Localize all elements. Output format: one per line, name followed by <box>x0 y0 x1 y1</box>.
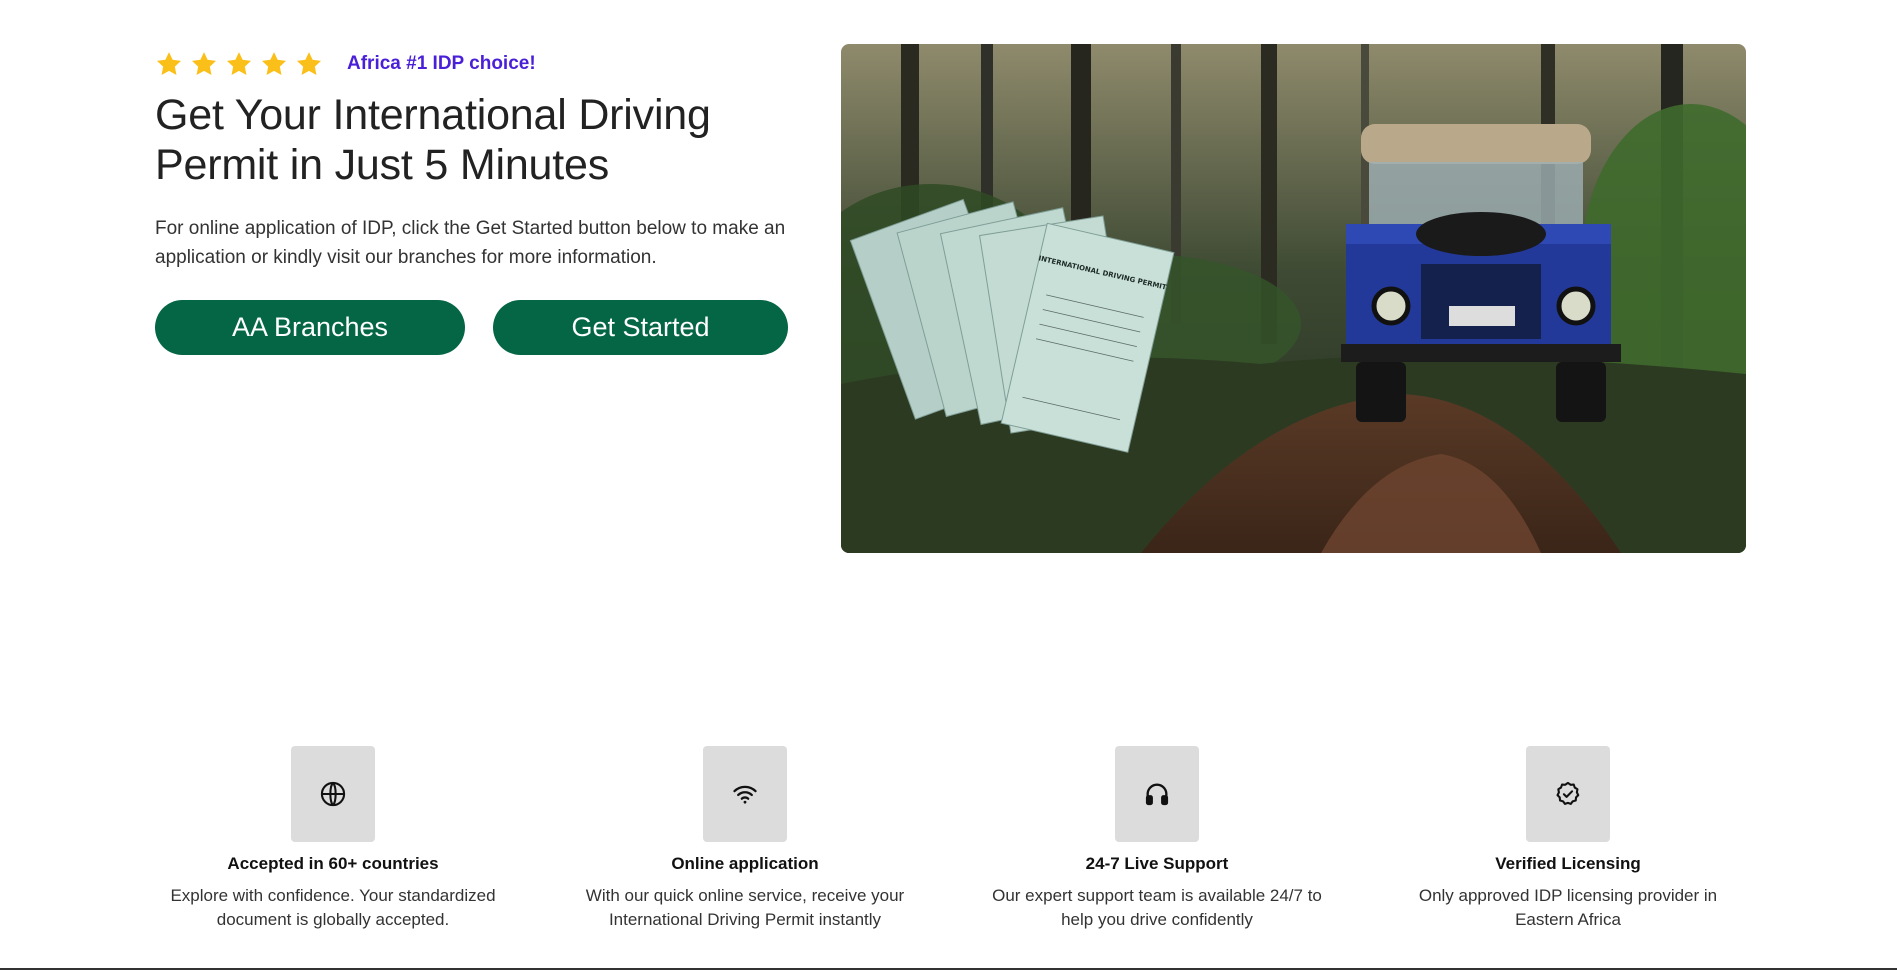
features-section: Accepted in 60+ countries Explore with c… <box>0 746 1897 946</box>
feature-icon-box <box>1526 746 1610 842</box>
feature-card: Online application With our quick online… <box>545 746 945 932</box>
feature-title: Verified Licensing <box>1495 854 1641 873</box>
feature-title: Accepted in 60+ countries <box>227 854 439 873</box>
feature-card: 24-7 Live Support Our expert support tea… <box>957 746 1357 932</box>
hero-buttons: AA Branches Get Started <box>155 300 795 355</box>
hero-title: Get Your International Driving Permit in… <box>155 91 711 189</box>
forest-jeep-illustration: INTERNATIONAL DRIVING PERMIT <box>841 44 1746 553</box>
star-icon <box>295 50 323 78</box>
rating-tagline: Africa #1 IDP choice! <box>347 53 536 74</box>
hero-section: Africa #1 IDP choice! Get Your Internati… <box>0 0 1897 600</box>
feature-description: Only approved IDP licensing provider in … <box>1418 886 1718 929</box>
star-icon <box>155 50 183 78</box>
feature-description: Our expert support team is available 24/… <box>992 886 1322 929</box>
feature-icon-box <box>291 746 375 842</box>
feature-icon-box <box>703 746 787 842</box>
feature-card: Accepted in 60+ countries Explore with c… <box>133 746 533 932</box>
aa-branches-button[interactable]: AA Branches <box>155 300 465 355</box>
star-icon <box>260 50 288 78</box>
star-rating <box>155 50 323 78</box>
globe-icon <box>319 780 347 808</box>
feature-title: 24-7 Live Support <box>1085 854 1229 873</box>
feature-card: Verified Licensing Only approved IDP lic… <box>1368 746 1768 932</box>
feature-description: With our quick online service, receive y… <box>585 886 905 929</box>
star-icon <box>190 50 218 78</box>
star-icon <box>225 50 253 78</box>
rating-row: Africa #1 IDP choice! <box>155 44 795 84</box>
feature-icon-box <box>1115 746 1199 842</box>
hero-image: INTERNATIONAL DRIVING PERMIT <box>841 44 1746 553</box>
wifi-icon <box>731 780 759 808</box>
hero-description: For online application of IDP, click the… <box>155 218 786 268</box>
verified-badge-icon <box>1554 780 1582 808</box>
hero-content: Africa #1 IDP choice! Get Your Internati… <box>155 44 795 355</box>
get-started-button[interactable]: Get Started <box>493 300 788 355</box>
feature-title: Online application <box>671 854 819 873</box>
feature-description: Explore with confidence. Your standardiz… <box>170 886 496 929</box>
headphones-icon <box>1143 780 1171 808</box>
